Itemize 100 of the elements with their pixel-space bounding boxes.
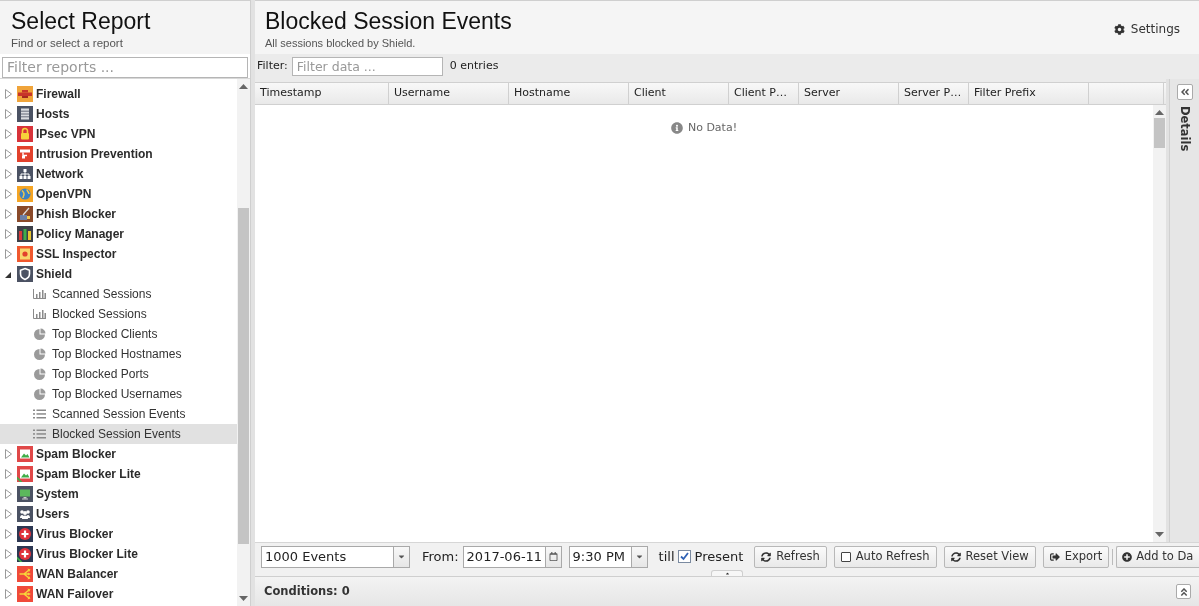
caret-down-icon [634, 552, 644, 561]
column-header[interactable]: Server [799, 83, 899, 104]
collapsed-arrow-icon[interactable] [5, 449, 12, 459]
export-button[interactable]: Export [1042, 545, 1110, 568]
refresh-icon [761, 551, 772, 562]
column-header[interactable]: Username [389, 83, 509, 104]
date-field[interactable]: 2017-06-11 [462, 545, 545, 568]
column-header[interactable]: Filter Prefix [969, 83, 1089, 104]
column-header[interactable]: Server P… [899, 83, 969, 104]
expand-details-button[interactable] [1176, 84, 1193, 100]
sidebar-title: Select Report [11, 8, 152, 34]
conditions-label: Conditions: 0 [264, 582, 350, 600]
tree-item[interactable]: OpenVPN [0, 184, 237, 204]
collapsed-arrow-icon[interactable] [5, 529, 12, 539]
tree-item[interactable]: Firewall [0, 84, 237, 104]
expanded-arrow-icon[interactable] [5, 272, 11, 278]
list-icon [33, 409, 46, 419]
info-icon [670, 122, 683, 135]
scroll-up-icon[interactable] [1155, 110, 1164, 115]
tree-item[interactable]: WAN Balancer [0, 564, 237, 584]
collapsed-arrow-icon[interactable] [5, 129, 12, 139]
collapsed-arrow-icon[interactable] [5, 229, 12, 239]
tree-item[interactable]: Shield [0, 264, 237, 284]
tree-item[interactable]: Network [0, 164, 237, 184]
filter-label: Filter: [257, 58, 288, 75]
add-to-dashboard-button[interactable]: Add to Da [1116, 545, 1199, 568]
collapsed-arrow-icon[interactable] [5, 149, 12, 159]
events-limit-dropdown[interactable]: 1000 Events [261, 545, 393, 568]
scrollbar-thumb[interactable] [238, 208, 249, 544]
settings-button[interactable]: Settings [1113, 20, 1180, 38]
pie-chart-icon [34, 328, 46, 340]
tree-item[interactable]: Spam Blocker Lite [0, 464, 237, 484]
present-label: Present [694, 547, 744, 566]
tree-item[interactable]: IPsec VPN [0, 124, 237, 144]
pie-chart-icon [34, 348, 46, 360]
column-header[interactable]: Hostname [509, 83, 629, 104]
caret-down-icon [397, 552, 406, 561]
export-icon [1049, 551, 1060, 562]
column-header[interactable]: Timestamp [255, 83, 389, 104]
scroll-up-icon[interactable] [239, 84, 248, 89]
collapsed-arrow-icon[interactable] [5, 489, 12, 499]
collapsed-arrow-icon[interactable] [5, 209, 12, 219]
sidebar-subtitle: Find or select a report [11, 36, 124, 50]
tree-item[interactable]: Hosts [0, 104, 237, 124]
report-filter-field[interactable]: Filter reports ... [2, 57, 248, 78]
splitter-handle[interactable] [711, 570, 743, 576]
tree-item[interactable]: Phish Blocker [0, 204, 237, 224]
collapsed-arrow-icon[interactable] [5, 589, 12, 599]
auto-refresh-button[interactable]: Auto Refresh [833, 545, 937, 568]
till-label: till [658, 547, 675, 566]
calendar-icon [548, 552, 558, 561]
bar-chart-icon [33, 289, 46, 299]
refresh-button[interactable]: Refresh [754, 545, 827, 568]
tree-item[interactable]: Blocked Session Events [0, 424, 237, 444]
tree-item[interactable]: Virus Blocker Lite [0, 544, 237, 564]
tree-item[interactable]: WAN Failover [0, 584, 237, 604]
collapsed-arrow-icon[interactable] [5, 189, 12, 199]
collapsed-arrow-icon[interactable] [5, 549, 12, 559]
collapsed-arrow-icon[interactable] [5, 469, 12, 479]
data-filter-field[interactable]: Filter data ... [291, 57, 443, 76]
tree-item[interactable]: Policy Manager [0, 224, 237, 244]
details-label[interactable]: Details [1175, 106, 1194, 152]
tree-item[interactable]: Users [0, 504, 237, 524]
from-label: From: [422, 547, 459, 566]
empty-message: No Data! [687, 120, 738, 136]
collapsed-arrow-icon[interactable] [5, 509, 12, 519]
double-chevron-left-icon [1179, 87, 1190, 97]
auto-refresh-checkbox[interactable] [840, 551, 851, 562]
page-subtitle: All sessions blocked by Shield. [265, 36, 417, 50]
collapsed-arrow-icon[interactable] [5, 569, 12, 579]
collapsed-arrow-icon[interactable] [5, 89, 12, 99]
scroll-down-icon[interactable] [239, 596, 248, 601]
list-icon [33, 429, 46, 439]
tree-item[interactable]: Virus Blocker [0, 524, 237, 544]
expand-conditions-button[interactable] [1176, 584, 1191, 599]
present-checkbox[interactable] [677, 550, 691, 563]
scroll-down-icon[interactable] [1155, 532, 1164, 537]
dropdown-trigger[interactable] [393, 545, 410, 568]
time-dropdown[interactable]: 9:30 PM [568, 545, 631, 568]
scrollbar-track[interactable] [237, 79, 250, 606]
collapsed-arrow-icon[interactable] [5, 109, 12, 119]
collapsed-arrow-icon[interactable] [5, 249, 12, 259]
collapsed-arrow-icon[interactable] [5, 169, 12, 179]
scrollbar-track[interactable] [1153, 105, 1166, 542]
double-chevron-up-icon [1178, 586, 1189, 597]
page-title: Blocked Session Events [265, 8, 512, 34]
tree-item[interactable]: System [0, 484, 237, 504]
tree-item[interactable]: Intrusion Prevention [0, 144, 237, 164]
tree-item[interactable]: SSL Inspector [0, 244, 237, 264]
column-header[interactable]: Client P… [729, 83, 799, 104]
bar-chart-icon [33, 309, 46, 319]
pie-chart-icon [34, 368, 46, 380]
pie-chart-icon [34, 388, 46, 400]
scrollbar-thumb[interactable] [1154, 118, 1165, 148]
reset-view-button[interactable]: Reset View [943, 545, 1036, 568]
tree-item[interactable]: Spam Blocker [0, 444, 237, 464]
settings-icon [1113, 23, 1125, 35]
refresh-icon [950, 551, 961, 562]
entries-count: 0 entries [449, 58, 499, 75]
column-header[interactable]: Client [629, 83, 729, 104]
